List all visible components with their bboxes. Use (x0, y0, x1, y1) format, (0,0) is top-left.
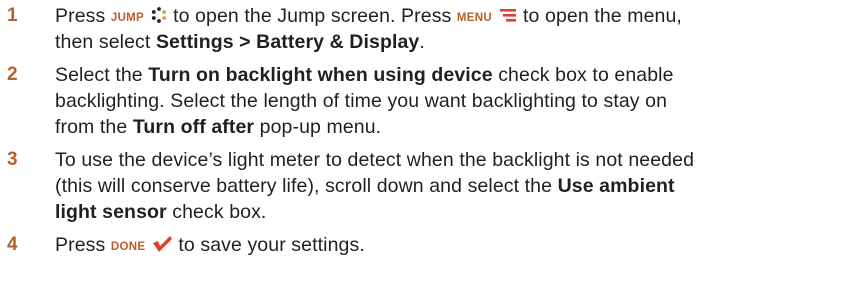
text-run: check box to enable (492, 64, 674, 86)
instruction-steps: 1 Press JUMP to open the Jump screen. Pr… (0, 0, 843, 291)
text-run: (this will conserve battery life), scrol… (55, 175, 558, 197)
bold-option-name: Turn off after (132, 116, 255, 138)
text-run: to save your settings. (172, 234, 365, 256)
done-checkmark-icon (152, 236, 172, 252)
step-number: 4 (7, 234, 18, 255)
step-number: 2 (7, 64, 18, 85)
bold-option-name: Use ambient (557, 175, 675, 197)
step-text: Press JUMP to open the Jump screen. Pres… (55, 3, 840, 55)
jump-key-label: JUMP (110, 12, 145, 24)
done-key-label: DONE (110, 241, 146, 253)
text-run: Press (55, 234, 111, 256)
bold-menu-path: Settings > Battery & Display (155, 31, 420, 53)
text-run: from the (55, 116, 133, 138)
text-run: to open the Jump screen. Press (167, 5, 457, 27)
text-run: pop-up menu. (254, 116, 382, 138)
bold-option-name: Turn on backlight when using device (148, 64, 493, 86)
step-number: 3 (7, 149, 18, 170)
text-run: then select (55, 31, 156, 53)
step-text: To use the device’s light meter to detec… (55, 147, 840, 225)
text-run: to open the menu, (517, 5, 682, 27)
menu-key-label: MENU (456, 12, 492, 24)
text-run: Press (55, 5, 111, 27)
text-run: Select the (55, 64, 149, 86)
text-run: check box. (166, 201, 267, 223)
text-run: . (419, 31, 425, 53)
menu-lines-icon (499, 9, 516, 22)
text-line: To use the device’s light meter to detec… (55, 149, 695, 171)
step-text: Select the Turn on backlight when using … (55, 62, 840, 140)
step-number: 1 (7, 5, 18, 26)
jump-dots-icon (151, 7, 166, 23)
step-text: Press DONE to save your settings. (55, 232, 840, 258)
text-line: backlighting. Select the length of time … (55, 90, 668, 112)
bold-option-name: light sensor (55, 201, 167, 223)
